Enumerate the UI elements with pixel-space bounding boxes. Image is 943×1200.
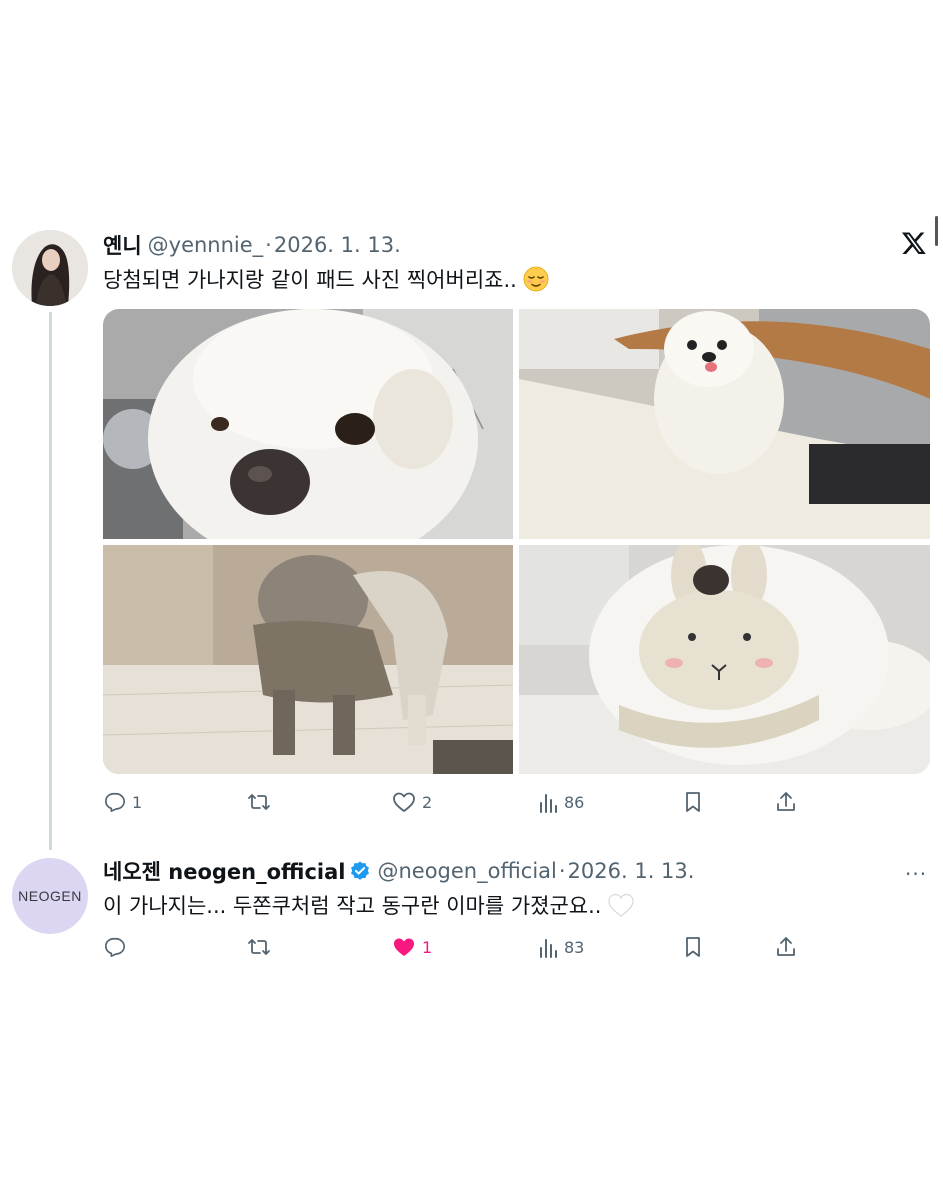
white-heart-icon	[607, 892, 635, 918]
retweet-icon	[247, 936, 271, 958]
reply-button[interactable]	[104, 936, 132, 958]
verified-badge-icon	[349, 860, 371, 882]
like-count: 2	[422, 792, 433, 812]
photo-dog-in-sweater[interactable]	[103, 545, 513, 774]
tweet-date[interactable]: 2026. 1. 13.	[568, 859, 695, 883]
heart-icon	[392, 791, 416, 813]
photo-dog-closeup[interactable]	[103, 309, 513, 539]
heart-filled-icon	[392, 936, 416, 958]
avatar-text: NEOGEN	[18, 888, 82, 904]
avatar[interactable]	[12, 230, 88, 306]
like-button[interactable]: 2	[392, 791, 432, 813]
share-icon	[775, 936, 797, 958]
tweet-text: 당첨되면 가나지랑 같이 패드 사진 찍어버리죠..	[103, 268, 517, 292]
views-button[interactable]: 86	[538, 791, 584, 813]
author-name[interactable]: 옌니	[103, 230, 142, 260]
bookmark-button[interactable]	[683, 791, 703, 813]
share-button[interactable]	[775, 791, 797, 813]
separator-dot: ·	[558, 859, 566, 883]
photo-dog-with-bunny-plush[interactable]	[519, 545, 930, 774]
retweet-button[interactable]	[247, 936, 277, 958]
share-icon	[775, 791, 797, 813]
reply-count: 1	[132, 792, 143, 812]
author-handle[interactable]: @yennnie_	[148, 233, 264, 257]
x-logo-icon[interactable]	[901, 230, 927, 260]
reply-icon	[104, 936, 126, 958]
retweet-icon	[247, 791, 271, 813]
reply-button[interactable]: 1	[104, 791, 142, 813]
reply-icon	[104, 791, 126, 813]
scrollbar-thumb[interactable]	[935, 216, 938, 246]
author-name[interactable]: 네오젠 neogen_official	[103, 856, 345, 886]
like-button[interactable]: 1	[392, 936, 432, 958]
photo-dog-at-table[interactable]	[519, 309, 930, 539]
tweet-date[interactable]: 2026. 1. 13.	[274, 233, 401, 257]
author-handle[interactable]: @neogen_official	[377, 859, 556, 883]
bookmark-button[interactable]	[683, 936, 703, 958]
bookmark-icon	[683, 791, 703, 813]
avatar-neogen[interactable]: NEOGEN	[12, 858, 88, 934]
thread-connector-line	[49, 312, 52, 850]
like-count: 1	[422, 937, 433, 957]
more-options-icon[interactable]: ···	[905, 862, 927, 886]
view-count: 83	[564, 937, 585, 957]
retweet-button[interactable]	[247, 791, 277, 813]
views-button[interactable]: 83	[538, 936, 584, 958]
tweet-text: 이 가나지는... 두쫀쿠처럼 작고 동구란 이마를 가졌군요..	[103, 894, 602, 918]
bar-chart-icon	[538, 936, 558, 958]
photo-grid	[103, 309, 930, 774]
separator-dot: ·	[265, 233, 272, 257]
view-count: 86	[564, 792, 585, 812]
share-button[interactable]	[775, 936, 797, 958]
relieved-face-icon	[523, 266, 549, 292]
bar-chart-icon	[538, 791, 558, 813]
bookmark-icon	[683, 936, 703, 958]
